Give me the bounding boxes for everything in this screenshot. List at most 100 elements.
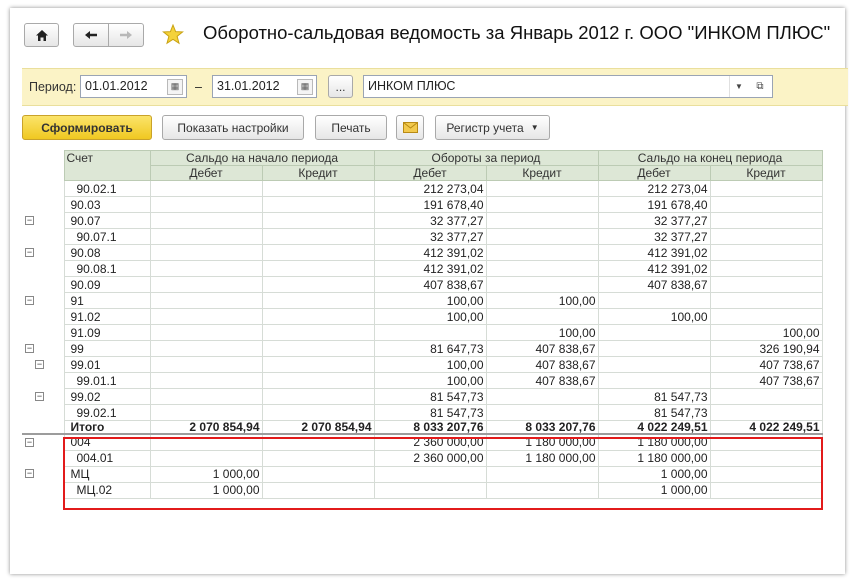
collapse-icon[interactable]: − [25, 438, 34, 447]
collapse-icon[interactable]: − [25, 215, 34, 225]
collapse-icon[interactable]: − [35, 359, 44, 369]
turnover-debit-cell: 8 033 207,76 [373, 420, 487, 435]
closing-debit-header: Дебет [597, 165, 711, 181]
closing-credit-cell [709, 388, 823, 405]
date-to-field[interactable]: 31.01.2012 ▦ [212, 75, 317, 98]
table-row[interactable]: 90.02.1 212 273,04 212 273,04 [22, 180, 823, 197]
table-row[interactable]: − 99.02 81 547,73 81 547,73 [22, 388, 823, 405]
opening-credit-cell [261, 260, 375, 277]
table-row[interactable]: − 99 81 647,73 407 838,67 326 190,94 [22, 340, 823, 357]
collapse-icon[interactable]: − [25, 343, 34, 353]
opening-debit-cell [149, 196, 263, 213]
account-cell: 99.02 [63, 388, 151, 405]
show-settings-button[interactable]: Показать настройки [162, 115, 304, 140]
turnover-debit-cell: 212 273,04 [373, 180, 487, 197]
opening-debit-header: Дебет [149, 165, 263, 181]
closing-debit-cell: 212 273,04 [597, 180, 711, 197]
table-row[interactable]: 90.03 191 678,40 191 678,40 [22, 196, 823, 213]
opening-credit-cell [261, 276, 375, 293]
turnover-debit-cell: 100,00 [373, 292, 487, 309]
collapse-icon[interactable]: − [25, 295, 34, 305]
opening-credit-header: Кредит [261, 165, 375, 181]
dropdown-arrow-icon[interactable]: ▼ [729, 76, 748, 97]
forward-button[interactable] [108, 23, 144, 47]
table-row[interactable]: − 90.07 32 377,27 32 377,27 [22, 212, 823, 229]
turnover-debit-cell: 407 838,67 [373, 276, 487, 293]
closing-debit-cell: 100,00 [597, 308, 711, 325]
table-row[interactable]: 99.02.1 81 547,73 81 547,73 [22, 404, 823, 421]
closing-credit-cell [709, 244, 823, 261]
table-row[interactable]: − 90.08 412 391,02 412 391,02 [22, 244, 823, 261]
opening-credit-cell [261, 404, 375, 421]
table-row[interactable]: − 99.01 100,00 407 838,67 407 738,67 [22, 356, 823, 373]
account-cell: 90.02.1 [63, 180, 151, 197]
date-from-field[interactable]: 01.01.2012 ▦ [80, 75, 187, 98]
opening-debit-cell [149, 372, 263, 389]
table-row[interactable]: 91.02 100,00 100,00 [22, 308, 823, 325]
register-dropdown-button[interactable]: Регистр учета ▼ [435, 115, 550, 140]
opening-credit-cell [261, 356, 375, 373]
total-row[interactable]: Итого 2 070 854,94 2 070 854,94 8 033 207,7… [22, 420, 823, 435]
email-button[interactable] [396, 115, 424, 140]
back-button[interactable] [73, 23, 109, 47]
closing-credit-cell: 407 738,67 [709, 356, 823, 373]
opening-debit-cell [149, 180, 263, 197]
turnover-credit-cell: 100,00 [485, 292, 599, 309]
opening-credit-cell [261, 180, 375, 197]
turnover-debit-cell: 412 391,02 [373, 244, 487, 261]
table-row[interactable]: 90.07.1 32 377,27 32 377,27 [22, 228, 823, 245]
turnover-credit-cell: 407 838,67 [485, 340, 599, 357]
account-cell: Итого [63, 420, 151, 435]
table-row[interactable]: 99.01.1 100,00 407 838,67 407 738,67 [22, 372, 823, 389]
opening-credit-cell [261, 372, 375, 389]
closing-credit-cell [709, 308, 823, 325]
table-row[interactable]: 90.08.1 412 391,02 412 391,02 [22, 260, 823, 277]
open-icon[interactable]: ⧉ [752, 76, 768, 97]
generate-button[interactable]: Сформировать [22, 115, 152, 140]
table-row[interactable]: − 91 100,00 100,00 [22, 292, 823, 309]
turnover-debit-cell: 32 377,27 [373, 228, 487, 245]
period-select-button[interactable]: ... [328, 75, 353, 98]
closing-debit-cell [597, 324, 711, 341]
opening-debit-cell [149, 404, 263, 421]
closing-debit-cell: 81 547,73 [597, 388, 711, 405]
table-row[interactable]: 90.09 407 838,67 407 838,67 [22, 276, 823, 293]
opening-debit-cell [149, 292, 263, 309]
col-opening-header: Сальдо на начало периода [149, 150, 375, 166]
collapse-icon[interactable]: − [25, 469, 34, 478]
account-cell: 99 [63, 340, 151, 357]
turnover-debit-cell: 81 647,73 [373, 340, 487, 357]
favorite-star-icon[interactable] [162, 24, 184, 45]
account-cell: 99.01 [63, 356, 151, 373]
account-cell: 90.08 [63, 244, 151, 261]
opening-debit-cell [149, 228, 263, 245]
closing-credit-cell: 100,00 [709, 324, 823, 341]
col-account-header: Счет [63, 150, 151, 181]
calendar-icon[interactable]: ▦ [297, 79, 313, 95]
opening-debit-cell [149, 324, 263, 341]
organization-field[interactable]: ИНКОМ ПЛЮС ▼ ⧉ [363, 75, 773, 98]
closing-debit-cell: 407 838,67 [597, 276, 711, 293]
collapse-icon[interactable]: − [25, 247, 34, 257]
turnover-credit-cell [485, 212, 599, 229]
turnover-debit-cell [373, 324, 487, 341]
print-button[interactable]: Печать [315, 115, 387, 140]
table-header-row: Счет Сальдо на начало периода Обороты за… [22, 150, 823, 181]
col-turnover-header: Обороты за период [373, 150, 599, 166]
date-from-value: 01.01.2012 [85, 79, 148, 93]
closing-debit-cell [597, 372, 711, 389]
period-select-label: ... [335, 79, 346, 94]
home-button[interactable] [24, 23, 59, 47]
closing-credit-cell: 407 738,67 [709, 372, 823, 389]
account-cell: 90.07.1 [63, 228, 151, 245]
table-row[interactable]: 91.09 100,00 100,00 [22, 324, 823, 341]
turnover-credit-cell [485, 308, 599, 325]
opening-debit-cell [149, 356, 263, 373]
turnover-credit-cell [485, 404, 599, 421]
turnover-debit-cell: 81 547,73 [373, 388, 487, 405]
collapse-icon[interactable]: − [35, 391, 44, 401]
calendar-icon[interactable]: ▦ [167, 79, 183, 95]
account-cell: 90.09 [63, 276, 151, 293]
account-cell: 90.08.1 [63, 260, 151, 277]
page-title: Оборотно-сальдовая ведомость за Январь 2… [203, 22, 831, 43]
